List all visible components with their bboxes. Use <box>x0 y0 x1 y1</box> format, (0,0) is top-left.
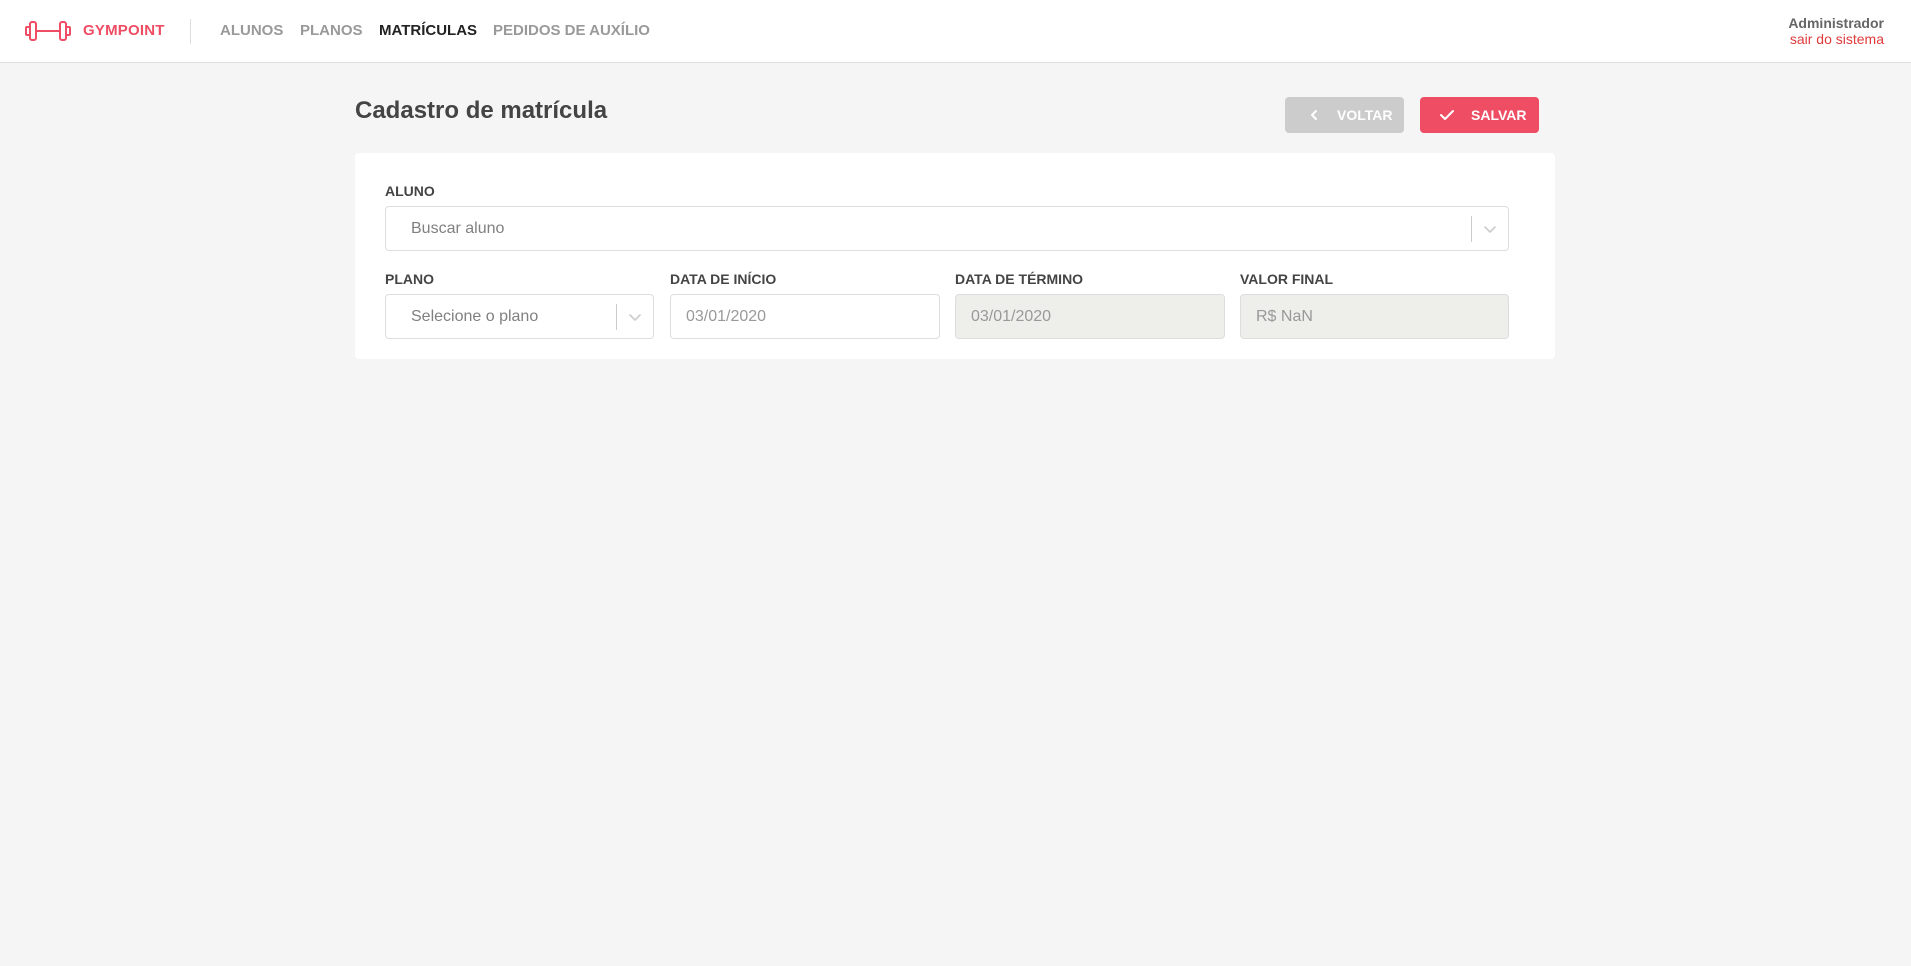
header-divider <box>190 19 191 44</box>
check-icon <box>1438 106 1456 127</box>
student-select[interactable]: Buscar aluno <box>385 206 1509 251</box>
end-date-label: DATA DE TÉRMINO <box>955 271 1084 287</box>
student-label: ALUNO <box>385 183 435 199</box>
start-date-input[interactable]: 03/01/2020 <box>670 294 940 339</box>
user-name: Administrador <box>1788 15 1884 31</box>
start-date-label: DATA DE INÍCIO <box>670 271 777 287</box>
logout-link[interactable]: sair do sistema <box>1790 31 1884 47</box>
app-name[interactable]: GYMPOINT <box>83 22 165 39</box>
final-value-label: VALOR FINAL <box>1240 271 1334 287</box>
save-button[interactable]: SALVAR <box>1420 97 1539 133</box>
nav-item-alunos[interactable]: ALUNOS <box>220 22 283 39</box>
save-button-label: SALVAR <box>1471 107 1527 123</box>
select-separator <box>1471 216 1472 242</box>
nav-item-pedidos-de-auxilio[interactable]: PEDIDOS DE AUXÍLIO <box>493 22 650 39</box>
final-value-input: R$ NaN <box>1240 294 1509 339</box>
plan-select-placeholder: Selecione o plano <box>411 308 539 325</box>
back-button[interactable]: VOLTAR <box>1285 97 1404 133</box>
end-date-value: 03/01/2020 <box>971 308 1052 325</box>
plan-label: PLANO <box>385 271 434 287</box>
chevron-left-icon <box>1305 106 1323 127</box>
nav-item-planos[interactable]: PLANOS <box>300 22 363 39</box>
select-separator <box>616 304 617 330</box>
page-title: Cadastro de matrícula <box>355 97 608 124</box>
chevron-down-icon[interactable] <box>627 309 643 330</box>
end-date-input: 03/01/2020 <box>955 294 1225 339</box>
top-header: GYMPOINT ALUNOS PLANOS MATRÍCULAS PEDIDO… <box>0 0 1911 63</box>
dumbbell-icon[interactable] <box>25 19 71 43</box>
chevron-down-icon[interactable] <box>1482 221 1498 242</box>
plan-select[interactable]: Selecione o plano <box>385 294 654 339</box>
start-date-value: 03/01/2020 <box>686 308 767 325</box>
back-button-label: VOLTAR <box>1337 107 1393 123</box>
nav-item-matriculas[interactable]: MATRÍCULAS <box>379 22 477 39</box>
student-select-placeholder: Buscar aluno <box>411 220 505 237</box>
enrollment-form-card: ALUNO Buscar aluno PLANO Selecione o pla… <box>355 153 1555 359</box>
final-value-value: R$ NaN <box>1256 308 1313 325</box>
